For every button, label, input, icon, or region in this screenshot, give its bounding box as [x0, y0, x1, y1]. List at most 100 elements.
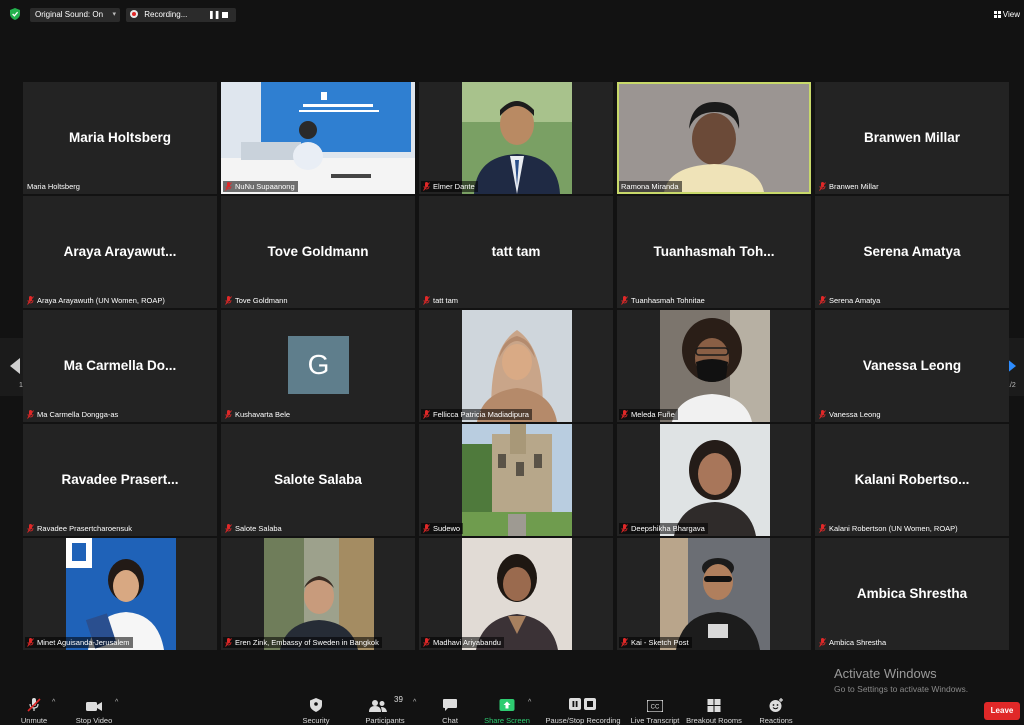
- participant-tile[interactable]: Vanessa Leong Vanessa Leong: [815, 310, 1009, 422]
- participants-options-caret[interactable]: ^: [413, 699, 416, 706]
- live-transcript-button[interactable]: CC Live Transcript: [628, 695, 682, 725]
- participant-tile[interactable]: Minet Aguisanda-Jerusalem: [23, 538, 217, 650]
- share-screen-button[interactable]: Share Screen: [482, 695, 532, 725]
- muted-mic-icon: [819, 410, 826, 419]
- view-button[interactable]: View: [993, 8, 1020, 22]
- participant-name-label: Minet Aguisanda-Jerusalem: [25, 637, 133, 648]
- participant-video: [221, 82, 415, 194]
- participant-tile[interactable]: Salote Salaba Salote Salaba: [221, 424, 415, 536]
- chevron-down-icon[interactable]: ▾: [112, 8, 116, 22]
- muted-mic-icon: [225, 296, 232, 305]
- participant-name-label: Ma Carmella Dongga-as: [25, 409, 121, 420]
- participant-tile[interactable]: Kalani Robertso... Kalani Robertson (UN …: [815, 424, 1009, 536]
- participant-name-label: tatt tam: [421, 295, 461, 306]
- closed-captions-icon: CC: [647, 700, 663, 712]
- participant-tile[interactable]: Tuanhasmah Toh... Tuanhasmah Tohnitae: [617, 196, 811, 308]
- participant-name-label: Kushavarta Bele: [223, 409, 293, 420]
- svg-text:CC: CC: [651, 705, 660, 711]
- participant-tile[interactable]: Sudewo: [419, 424, 613, 536]
- participant-display-name: tatt tam: [491, 244, 541, 259]
- share-screen-label: Share Screen: [484, 716, 530, 725]
- participant-display-name: Tuanhasmah Toh...: [653, 244, 775, 259]
- video-options-caret[interactable]: ^: [115, 699, 118, 706]
- participant-display-name: Vanessa Leong: [862, 358, 962, 373]
- participant-display-name: Serena Amatya: [863, 244, 961, 259]
- participant-tile[interactable]: Araya Arayawut... Araya Arayawuth (UN Wo…: [23, 196, 217, 308]
- participant-tile[interactable]: Ravadee Prasert... Ravadee Prasertcharoe…: [23, 424, 217, 536]
- stop-recording-button[interactable]: [222, 12, 228, 18]
- share-options-caret[interactable]: ^: [528, 699, 531, 706]
- pause-stop-recording-button[interactable]: Pause/Stop Recording: [542, 695, 624, 725]
- stop-video-button[interactable]: Stop Video: [72, 695, 116, 725]
- cloud-recording-icon: [130, 10, 138, 18]
- muted-mic-icon: [27, 410, 34, 419]
- participant-tile[interactable]: Elmer Dante: [419, 82, 613, 194]
- breakout-rooms-icon: [707, 699, 721, 712]
- video-camera-icon: [86, 702, 102, 711]
- participant-name-label: Fellicca Patricia Madiadipura: [421, 409, 532, 420]
- participant-tile[interactable]: Kai - Sketch Post: [617, 538, 811, 650]
- participant-tile[interactable]: Branwen Millar Branwen Millar: [815, 82, 1009, 194]
- participant-name-label: NuNu Supaanong: [223, 181, 298, 192]
- chat-button[interactable]: Chat: [432, 695, 468, 725]
- participant-tile[interactable]: Ma Carmella Do... Ma Carmella Dongga-as: [23, 310, 217, 422]
- reactions-label: Reactions: [759, 716, 793, 725]
- participant-video: [462, 424, 572, 536]
- participant-tile[interactable]: Serena Amatya Serena Amatya: [815, 196, 1009, 308]
- shield-check-icon[interactable]: [10, 8, 20, 20]
- pause-stop-icons: [569, 698, 596, 710]
- muted-mic-icon: [27, 638, 34, 647]
- grid-view-icon: [993, 11, 1001, 18]
- muted-mic-icon: [27, 296, 34, 305]
- participant-name-label: Madhavi Ariyabandu: [421, 637, 504, 648]
- pause-stop-recording-label: Pause/Stop Recording: [545, 716, 621, 725]
- participant-tile[interactable]: Fellicca Patricia Madiadipura: [419, 310, 613, 422]
- unmute-button[interactable]: Unmute: [14, 695, 54, 725]
- pause-recording-button[interactable]: ❚❚: [208, 8, 220, 22]
- original-sound-toggle[interactable]: Original Sound: On ▾: [30, 8, 120, 22]
- participant-tile[interactable]: Deepshikha Bhargava: [617, 424, 811, 536]
- participant-display-name: Tove Goldmann: [267, 244, 369, 259]
- participant-tile[interactable]: Tove Goldmann Tove Goldmann: [221, 196, 415, 308]
- participant-display-name: Ambica Shrestha: [856, 586, 968, 601]
- unmute-label: Unmute: [20, 716, 48, 725]
- muted-mic-icon: [225, 524, 232, 533]
- participant-name-label: Salote Salaba: [223, 523, 285, 534]
- muted-mic-icon: [225, 182, 232, 191]
- chat-bubble-icon: [443, 699, 457, 711]
- meeting-top-bar: Original Sound: On ▾ Recording... ❚❚ Vie…: [0, 0, 1024, 30]
- muted-mic-icon: [621, 524, 628, 533]
- participant-name-label: Serena Amatya: [817, 295, 883, 306]
- breakout-rooms-button[interactable]: Breakout Rooms: [686, 695, 742, 725]
- muted-mic-icon: [423, 524, 430, 533]
- participant-tile[interactable]: Ambica Shrestha Ambica Shrestha: [815, 538, 1009, 650]
- security-button[interactable]: Security: [296, 695, 336, 725]
- security-label: Security: [302, 716, 330, 725]
- participant-name-label: Ramona Miranda: [619, 181, 682, 192]
- participant-tile-active-speaker[interactable]: Ramona Miranda: [617, 82, 811, 194]
- leave-meeting-button[interactable]: Leave: [984, 702, 1020, 720]
- participant-name-label: Deepshikha Bhargava: [619, 523, 708, 534]
- participant-tile[interactable]: Maria Holtsberg Maria Holtsberg: [23, 82, 217, 194]
- participant-display-name: Salote Salaba: [274, 472, 362, 487]
- original-sound-label: Original Sound: On: [35, 10, 104, 19]
- participant-tile[interactable]: Madhavi Ariyabandu: [419, 538, 613, 650]
- participant-tile[interactable]: G Kushavarta Bele: [221, 310, 415, 422]
- participant-tile[interactable]: NuNu Supaanong: [221, 82, 415, 194]
- participant-name-label: Branwen Millar: [817, 181, 882, 192]
- participant-name-label: Sudewo: [421, 523, 464, 534]
- reactions-button[interactable]: Reactions: [756, 695, 796, 725]
- muted-mic-icon: [621, 296, 628, 305]
- audio-options-caret[interactable]: ^: [52, 699, 55, 706]
- participant-tile[interactable]: tatt tam tatt tam: [419, 196, 613, 308]
- muted-mic-icon: [423, 182, 430, 191]
- participant-name-label: Ambica Shrestha: [817, 637, 889, 648]
- participant-video: [619, 84, 809, 192]
- participant-tile[interactable]: Eren Zink, Embassy of Sweden in Bangkok: [221, 538, 415, 650]
- participant-video: [462, 538, 572, 650]
- muted-mic-icon: [225, 410, 232, 419]
- participants-button[interactable]: 39 Participants: [358, 695, 412, 725]
- muted-mic-icon: [423, 296, 430, 305]
- participant-name-label: Kalani Robertson (UN Women, ROAP): [817, 523, 961, 534]
- participant-tile[interactable]: Meleda Fuñe: [617, 310, 811, 422]
